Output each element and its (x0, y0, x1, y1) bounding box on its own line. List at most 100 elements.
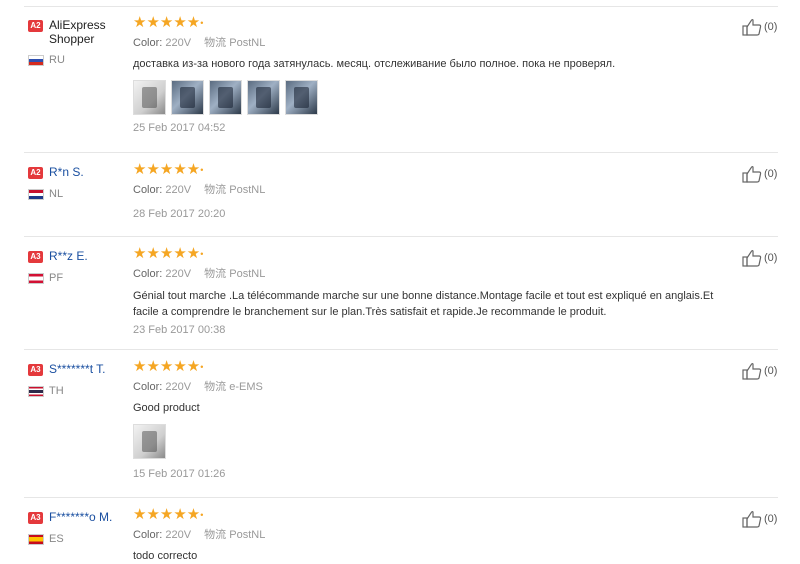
color-value: 220V (165, 381, 192, 393)
helpful-button[interactable]: (0) (742, 362, 777, 380)
review-content: ★★★★★• Color: 220V 物流 e-EMS Good product… (133, 359, 733, 480)
star-rating: ★★★★★• (133, 245, 204, 262)
review-photos (133, 424, 733, 459)
shipping-label: 物流 (204, 37, 227, 49)
thumbs-up-icon (742, 363, 762, 380)
reviewer-country: PF (28, 272, 128, 284)
reviewer-country: NL (28, 188, 128, 200)
review-photo[interactable] (133, 424, 166, 459)
review-date: 15 Feb 2017 01:26 (133, 468, 226, 480)
color-value: 220V (165, 37, 192, 49)
country-code: PF (49, 272, 64, 284)
review-item: A3 S*******t T. TH ★★★★★• Color: 220V 物流… (0, 350, 800, 498)
reviewer-info: A3 R**z E. PF (28, 249, 128, 284)
review-text: Génial tout marche .La télécommande marc… (133, 288, 763, 320)
level-badge: A2 (28, 167, 43, 179)
helpful-button[interactable]: (0) (742, 18, 777, 36)
flag-icon (28, 188, 44, 200)
country-code: TH (49, 385, 64, 397)
review-content: ★★★★★• Color: 220V 物流 PostNL 28 Feb 2017… (133, 161, 733, 221)
review-date: 28 Feb 2017 20:20 (133, 208, 226, 220)
review-content: ★★★★★• Color: 220V 物流 PostNL Génial tout… (133, 245, 763, 337)
reviewer-country: ES (28, 533, 128, 545)
review-item: A2 AliExpress Shopper RU ★★★★★• Color: 2… (0, 6, 800, 153)
shipping-value: e-EMS (229, 381, 263, 393)
star-rating: ★★★★★• (133, 14, 204, 31)
review-content: ★★★★★• Color: 220V 物流 PostNL доставка из… (133, 15, 733, 134)
reviewer-info: A3 F*******o M. ES (28, 510, 128, 545)
helpful-count: (0) (764, 21, 778, 33)
helpful-count: (0) (764, 513, 778, 525)
reviewer-country: RU (28, 54, 128, 66)
helpful-count: (0) (764, 168, 778, 180)
review-item: A2 R*n S. NL ★★★★★• Color: 220V 物流 PostN… (0, 153, 800, 237)
thumbs-up-icon (742, 166, 762, 183)
color-label: Color: (133, 184, 163, 196)
helpful-count: (0) (764, 252, 778, 264)
reviewer-name: AliExpress Shopper (49, 18, 106, 46)
review-meta: Color: 220V 物流 PostNL (133, 183, 733, 197)
flag-icon (28, 272, 44, 284)
level-badge: A3 (28, 512, 43, 524)
review-meta: Color: 220V 物流 PostNL (133, 528, 733, 542)
review-text: Good product (133, 402, 200, 414)
shipping-value: PostNL (229, 37, 266, 49)
reviewer-info: A3 S*******t T. TH (28, 362, 128, 397)
shipping-value: PostNL (229, 529, 266, 541)
review-item: A3 R**z E. PF ★★★★★• Color: 220V 物流 Post… (0, 237, 800, 350)
flag-icon (28, 533, 44, 545)
color-value: 220V (165, 529, 192, 541)
color-label: Color: (133, 268, 163, 280)
review-text-line: facile a comprendre le branchement sur l… (133, 306, 607, 318)
helpful-button[interactable]: (0) (742, 249, 777, 267)
review-photo[interactable] (285, 80, 318, 115)
thumbs-up-icon (742, 250, 762, 267)
country-code: NL (49, 188, 64, 200)
review-item: A3 F*******o M. ES ★★★★★• Color: 220V 物流… (0, 498, 800, 562)
star-rating: ★★★★★• (133, 358, 204, 375)
review-photo[interactable] (133, 80, 166, 115)
shipping-value: PostNL (229, 184, 266, 196)
review-content: ★★★★★• Color: 220V 物流 PostNL todo correc… (133, 507, 733, 564)
reviewer-name[interactable]: F*******o M. (49, 510, 112, 524)
shipping-label: 物流 (204, 381, 227, 393)
shipping-label: 物流 (204, 184, 227, 196)
level-badge: A2 (28, 20, 43, 32)
reviewer-name[interactable]: S*******t T. (49, 362, 105, 376)
review-date: 23 Feb 2017 00:38 (133, 324, 226, 336)
star-rating: ★★★★★• (133, 161, 204, 178)
review-photo[interactable] (209, 80, 242, 115)
review-meta: Color: 220V 物流 PostNL (133, 36, 733, 50)
review-photo[interactable] (171, 80, 204, 115)
review-photo[interactable] (247, 80, 280, 115)
review-photos (133, 80, 733, 115)
color-value: 220V (165, 184, 192, 196)
level-badge: A3 (28, 251, 43, 263)
helpful-button[interactable]: (0) (742, 165, 777, 183)
reviewer-country: TH (28, 385, 128, 397)
review-text: доставка из-за нового года затянулась. м… (133, 58, 616, 70)
country-code: RU (49, 54, 65, 66)
helpful-button[interactable]: (0) (742, 510, 777, 528)
thumbs-up-icon (742, 511, 762, 528)
reviewer-name[interactable]: R**z E. (49, 249, 88, 263)
reviewer-info: A2 R*n S. NL (28, 165, 128, 200)
color-label: Color: (133, 381, 163, 393)
shipping-label: 物流 (204, 268, 227, 280)
helpful-count: (0) (764, 365, 778, 377)
review-meta: Color: 220V 物流 PostNL (133, 267, 763, 281)
star-rating: ★★★★★• (133, 506, 204, 523)
reviewer-name[interactable]: R*n S. (49, 165, 84, 179)
thumbs-up-icon (742, 19, 762, 36)
review-meta: Color: 220V 物流 e-EMS (133, 380, 733, 394)
review-date: 25 Feb 2017 04:52 (133, 122, 226, 134)
reviewer-info: A2 AliExpress Shopper RU (28, 18, 128, 66)
flag-icon (28, 54, 44, 66)
review-text-line: Génial tout marche .La télécommande marc… (133, 290, 714, 302)
color-value: 220V (165, 268, 192, 280)
color-label: Color: (133, 37, 163, 49)
color-label: Color: (133, 529, 163, 541)
shipping-label: 物流 (204, 529, 227, 541)
country-code: ES (49, 533, 64, 545)
level-badge: A3 (28, 364, 43, 376)
